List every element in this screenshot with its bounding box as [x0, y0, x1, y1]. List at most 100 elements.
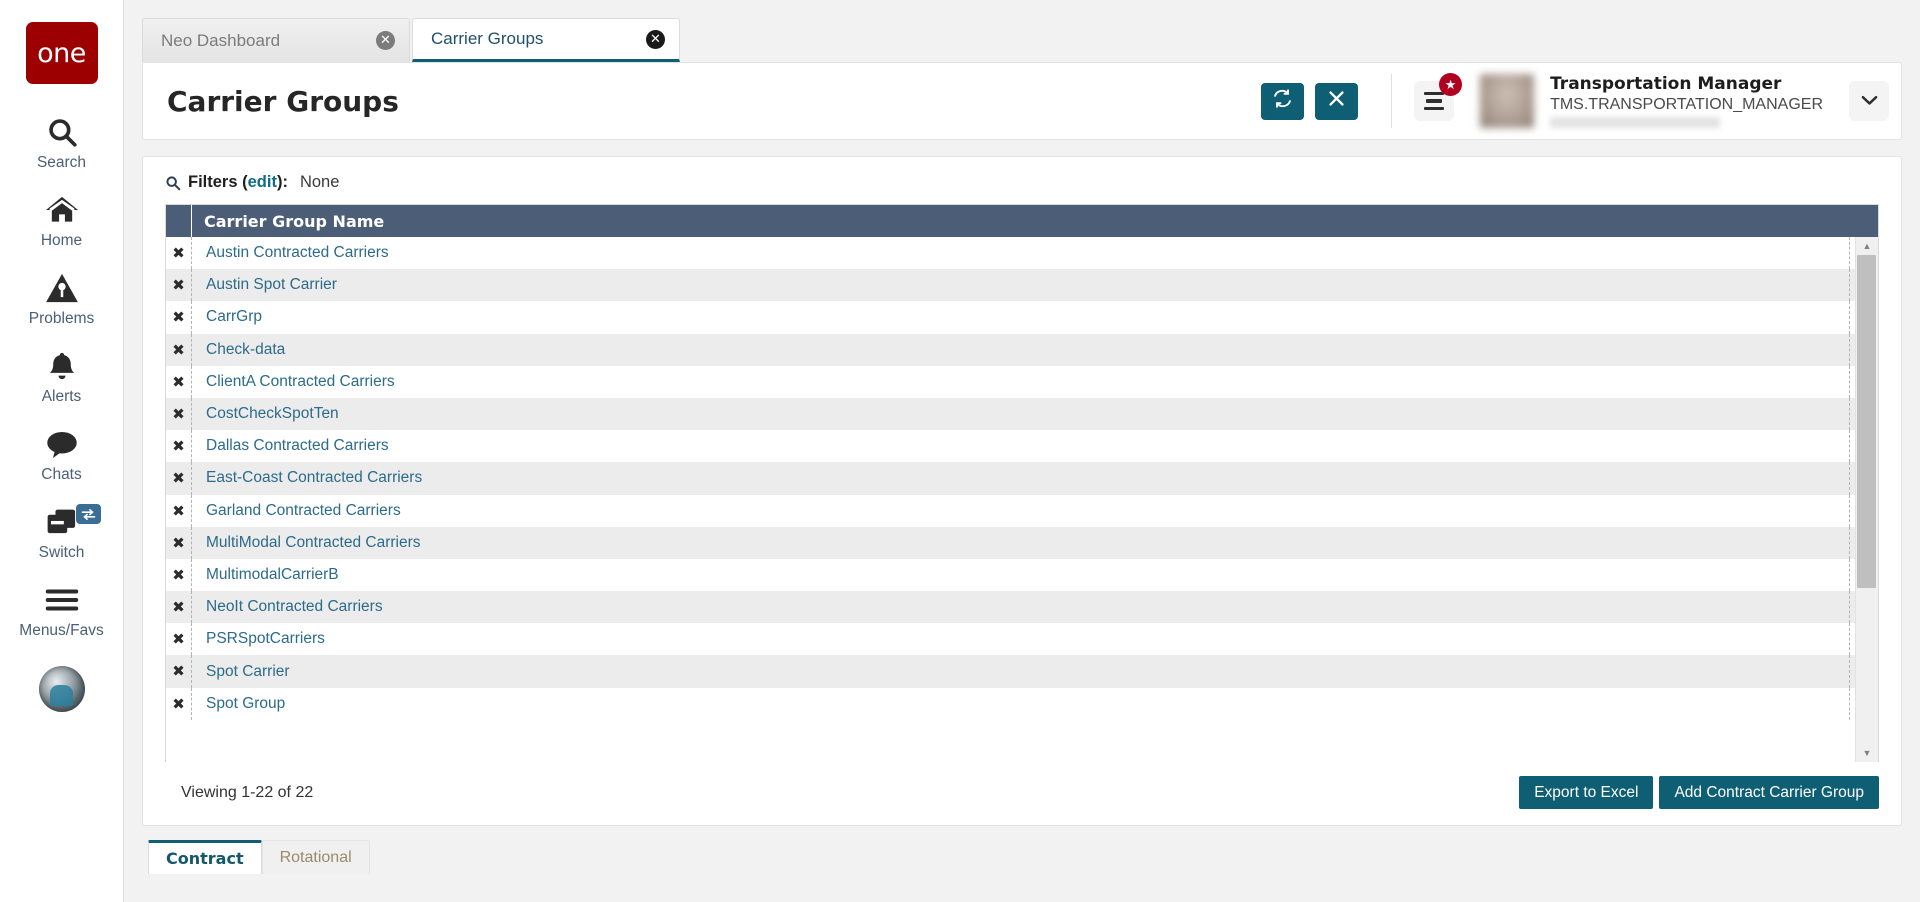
carrier-group-name-link[interactable]: Spot Carrier	[192, 663, 1849, 681]
scrollbar-thumb[interactable]	[1856, 255, 1876, 588]
main-area: Neo Dashboard ✕ Carrier Groups ✕ Carrier…	[124, 0, 1920, 902]
user-photo-avatar[interactable]	[38, 666, 85, 712]
delete-x-icon[interactable]: ✖	[166, 397, 192, 431]
carrier-group-name-link[interactable]: NeoIt Contracted Carriers	[192, 598, 1849, 616]
delete-x-icon[interactable]: ✖	[166, 687, 192, 720]
rail-item-menus-favs[interactable]: Menus/Favs	[0, 580, 124, 640]
table-row[interactable]: ✖ CarrGrp	[166, 301, 1855, 334]
rail-item-problems[interactable]: Problems	[0, 268, 124, 328]
viewing-count: Viewing 1-22 of 22	[181, 783, 314, 801]
logo-text: one	[37, 37, 86, 69]
export-to-excel-button[interactable]: Export to Excel	[1519, 776, 1654, 809]
tab-carrier-groups[interactable]: Carrier Groups ✕	[412, 18, 680, 62]
table-row[interactable]: ✖ Austin Spot Carrier	[166, 269, 1855, 302]
table-row[interactable]: ✖ East-Coast Contracted Carriers	[166, 462, 1855, 495]
chat-bubble-icon	[45, 424, 79, 464]
tab-label: Carrier Groups	[431, 29, 544, 48]
delete-x-icon[interactable]: ✖	[166, 494, 192, 527]
table-row[interactable]: ✖ Spot Carrier	[166, 655, 1855, 688]
table-header-row: Carrier Group Name	[166, 205, 1878, 237]
refresh-icon	[1272, 88, 1293, 115]
add-contract-carrier-group-button[interactable]: Add Contract Carrier Group	[1659, 776, 1879, 809]
delete-x-icon[interactable]: ✖	[166, 333, 192, 366]
tab-rotational[interactable]: Rotational	[261, 840, 370, 874]
carrier-groups-panel: Filters ( edit ) : None Carrier Group Na…	[142, 156, 1902, 826]
table-row[interactable]: ✖ PSRSpotCarriers	[166, 623, 1855, 656]
table-row[interactable]: ✖ Dallas Contracted Carriers	[166, 430, 1855, 463]
table-vertical-scrollbar[interactable]: ▲ ▼	[1855, 237, 1878, 762]
delete-x-icon[interactable]: ✖	[166, 558, 192, 592]
rail-item-switch[interactable]: Switch	[0, 502, 124, 562]
carrier-group-name-link[interactable]: MultimodalCarrierB	[192, 566, 1849, 584]
table-row[interactable]: ✖ MultimodalCarrierB	[166, 558, 1855, 592]
left-navigation-rail: one Search Home Problems Alerts Chats Sw…	[0, 0, 124, 902]
delete-x-icon[interactable]: ✖	[166, 430, 192, 463]
rail-label-alerts: Alerts	[41, 388, 82, 405]
close-circle-icon[interactable]: ✕	[376, 31, 395, 50]
tab-contract[interactable]: Contract	[148, 840, 262, 874]
bottom-strip	[124, 874, 1920, 902]
table-row[interactable]: ✖ MultiModal Contracted Carriers	[166, 526, 1855, 559]
table-row[interactable]: ✖ CostCheckSpotTen	[166, 397, 1855, 431]
footer-buttons: Export to Excel Add Contract Carrier Gro…	[1519, 776, 1879, 809]
carrier-group-name-link[interactable]: CarrGrp	[192, 308, 1849, 326]
rail-item-alerts[interactable]: Alerts	[0, 346, 124, 406]
close-page-button[interactable]	[1315, 82, 1359, 120]
app-root: one Search Home Problems Alerts Chats Sw…	[0, 0, 1920, 902]
rail-item-search[interactable]: Search	[0, 112, 124, 172]
rail-item-chats[interactable]: Chats	[0, 424, 124, 484]
section-tabs: Contract Rotational	[124, 828, 1920, 874]
table-footer: Viewing 1-22 of 22 Export to Excel Add C…	[143, 762, 1901, 825]
carrier-group-name-link[interactable]: Austin Spot Carrier	[192, 276, 1849, 294]
star-icon: ★	[1439, 73, 1463, 96]
delete-x-icon[interactable]: ✖	[166, 237, 192, 270]
filters-bar: Filters ( edit ) : None	[143, 157, 1901, 204]
rail-item-home[interactable]: Home	[0, 190, 124, 250]
delete-x-icon[interactable]: ✖	[166, 591, 192, 624]
table-row[interactable]: ✖ Spot Group	[166, 687, 1855, 720]
one-logo[interactable]: one	[25, 22, 98, 84]
carrier-group-name-link[interactable]: Austin Contracted Carriers	[192, 244, 1849, 262]
home-icon	[44, 190, 80, 230]
delete-x-icon[interactable]: ✖	[166, 655, 192, 688]
carrier-group-name-link[interactable]: Spot Group	[192, 695, 1849, 713]
search-icon	[45, 112, 79, 152]
header-menu-button[interactable]: ★	[1414, 73, 1463, 121]
column-header-carrier-group-name[interactable]: Carrier Group Name	[192, 212, 1855, 231]
table-row[interactable]: ✖ NeoIt Contracted Carriers	[166, 591, 1855, 624]
carrier-group-name-link[interactable]: ClientA Contracted Carriers	[192, 373, 1849, 391]
carrier-group-name-link[interactable]: CostCheckSpotTen	[192, 405, 1849, 423]
chevron-down-icon	[1861, 93, 1878, 110]
user-name: Transportation Manager	[1550, 74, 1782, 94]
avatar[interactable]	[1480, 74, 1535, 128]
caret-up-icon[interactable]: ▲	[1855, 237, 1878, 255]
carrier-group-name-link[interactable]: MultiModal Contracted Carriers	[192, 534, 1849, 552]
carrier-group-name-link[interactable]: Dallas Contracted Carriers	[192, 437, 1849, 455]
user-info: Transportation Manager TMS.TRANSPORTATIO…	[1550, 74, 1823, 128]
delete-x-icon[interactable]: ✖	[166, 526, 192, 559]
caret-down-icon[interactable]: ▼	[1855, 744, 1878, 762]
scrollbar-track[interactable]	[1856, 255, 1879, 744]
table-row[interactable]: ✖ Garland Contracted Carriers	[166, 494, 1855, 527]
table-row[interactable]: ✖ Austin Contracted Carriers	[166, 237, 1855, 270]
delete-x-icon[interactable]: ✖	[166, 462, 192, 495]
delete-x-icon[interactable]: ✖	[166, 623, 192, 656]
swap-arrows-icon[interactable]	[75, 504, 101, 524]
table-row[interactable]: ✖ Check-data	[166, 333, 1855, 366]
delete-x-icon[interactable]: ✖	[166, 269, 192, 302]
filters-edit-link[interactable]: edit	[248, 173, 277, 192]
browser-tab-strip: Neo Dashboard ✕ Carrier Groups ✕	[124, 0, 1920, 62]
carrier-group-name-link[interactable]: Check-data	[192, 341, 1849, 359]
carrier-group-name-link[interactable]: East-Coast Contracted Carriers	[192, 469, 1849, 487]
filters-colon: :	[282, 173, 288, 191]
user-menu-chevron[interactable]	[1849, 81, 1889, 121]
refresh-button[interactable]	[1261, 82, 1305, 120]
close-circle-icon[interactable]: ✕	[646, 29, 665, 49]
table-row[interactable]: ✖ ClientA Contracted Carriers	[166, 365, 1855, 398]
carrier-group-name-link[interactable]: Garland Contracted Carriers	[192, 502, 1849, 520]
delete-x-icon[interactable]: ✖	[166, 365, 192, 398]
table-body: ✖ Austin Contracted Carriers ✖ Austin Spot …	[166, 237, 1855, 762]
tab-neo-dashboard[interactable]: Neo Dashboard ✕	[142, 18, 410, 62]
delete-x-icon[interactable]: ✖	[166, 301, 192, 334]
carrier-group-name-link[interactable]: PSRSpotCarriers	[192, 630, 1849, 648]
